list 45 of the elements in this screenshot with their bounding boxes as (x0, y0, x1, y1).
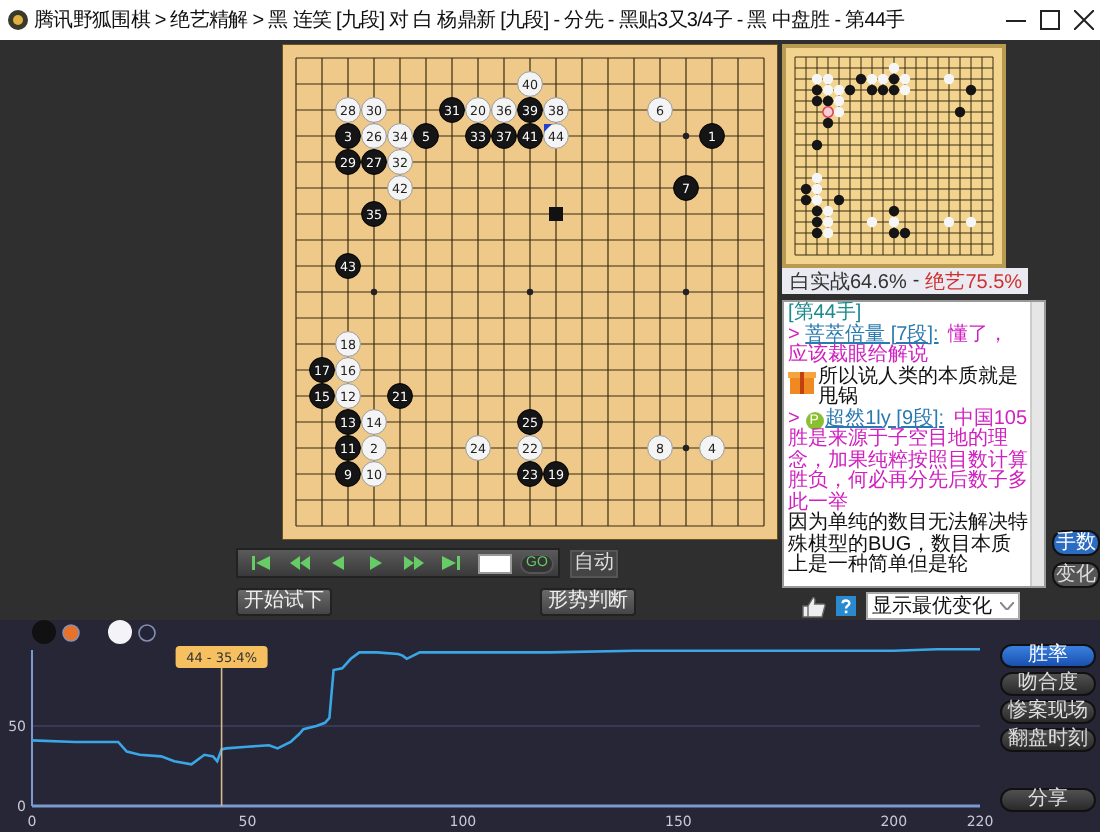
auto-play-button[interactable]: 自动 (569, 549, 618, 577)
chart-tab[interactable]: 吻合度 (1000, 672, 1096, 696)
skip-back-icon (252, 556, 270, 570)
close-icon (1073, 10, 1093, 30)
variation-dropdown[interactable]: 显示最优变化 (866, 592, 1020, 620)
window-title: 腾讯野狐围棋 > 绝艺精解 > 黑 连笑 [九段] 对 白 杨鼎新 [九段] - 分先 - 黑贴3又3/4子 - 黑 中盘胜 - 第44手 (34, 7, 905, 34)
side-tab[interactable]: 手数 (1052, 530, 1100, 556)
move-number-field[interactable] (478, 553, 512, 573)
star-point (526, 288, 534, 296)
actual-win-rate: 白实战64.6% (790, 269, 907, 295)
app-logo-icon (8, 10, 28, 30)
radio-button[interactable] (138, 623, 156, 641)
play-icon (369, 556, 381, 570)
chart-tab[interactable]: 惨案现场 (1000, 700, 1096, 724)
rewind-icon (289, 556, 309, 570)
back-icon (331, 556, 343, 570)
star-point (370, 288, 378, 296)
dropdown-value: 显示最优变化 (872, 593, 992, 620)
chat-message: > 菩萃倍量 [7段]: 懂了，应该裁眼给解说 (788, 325, 1011, 366)
thumbs-up-icon[interactable] (802, 595, 826, 617)
star-point (682, 132, 690, 140)
chat-message: 因为单纯的数目无法解决特殊棋型的BUG，数目本质上是一种简单但是轮 (788, 514, 1028, 577)
gift-box-icon (788, 367, 816, 395)
fast-forward-icon (403, 556, 423, 570)
ai-win-rate: 绝艺75.5% (925, 269, 1023, 295)
caret-icon (1000, 602, 1014, 610)
separator: - (912, 270, 920, 292)
skip-forward-icon (442, 556, 460, 570)
help-icon[interactable] (836, 596, 856, 616)
share-button[interactable]: 分享 (1000, 788, 1096, 812)
chart-tab[interactable]: 胜率 (1000, 644, 1096, 668)
action-button[interactable]: 开始试下 (236, 588, 332, 616)
star-point (682, 288, 690, 296)
radio-button[interactable] (62, 623, 80, 641)
side-tab[interactable]: 变化 (1052, 562, 1100, 588)
scrollbar[interactable] (1030, 302, 1044, 586)
user-name-link[interactable]: 菩萃倍量 [7段]: (805, 323, 939, 345)
chat-message: 所以说人类的本质就是甩锅 (818, 367, 1020, 408)
action-button[interactable]: 形势判断 (540, 588, 636, 616)
user-name-link[interactable]: 超然1ly [9段]: (825, 407, 945, 429)
marker-line (220, 667, 223, 807)
move-label: [第44手] (788, 304, 862, 324)
star-point (682, 444, 690, 452)
maximize-icon (1039, 10, 1059, 30)
chart-tab[interactable]: 翻盘时刻 (1000, 728, 1096, 752)
